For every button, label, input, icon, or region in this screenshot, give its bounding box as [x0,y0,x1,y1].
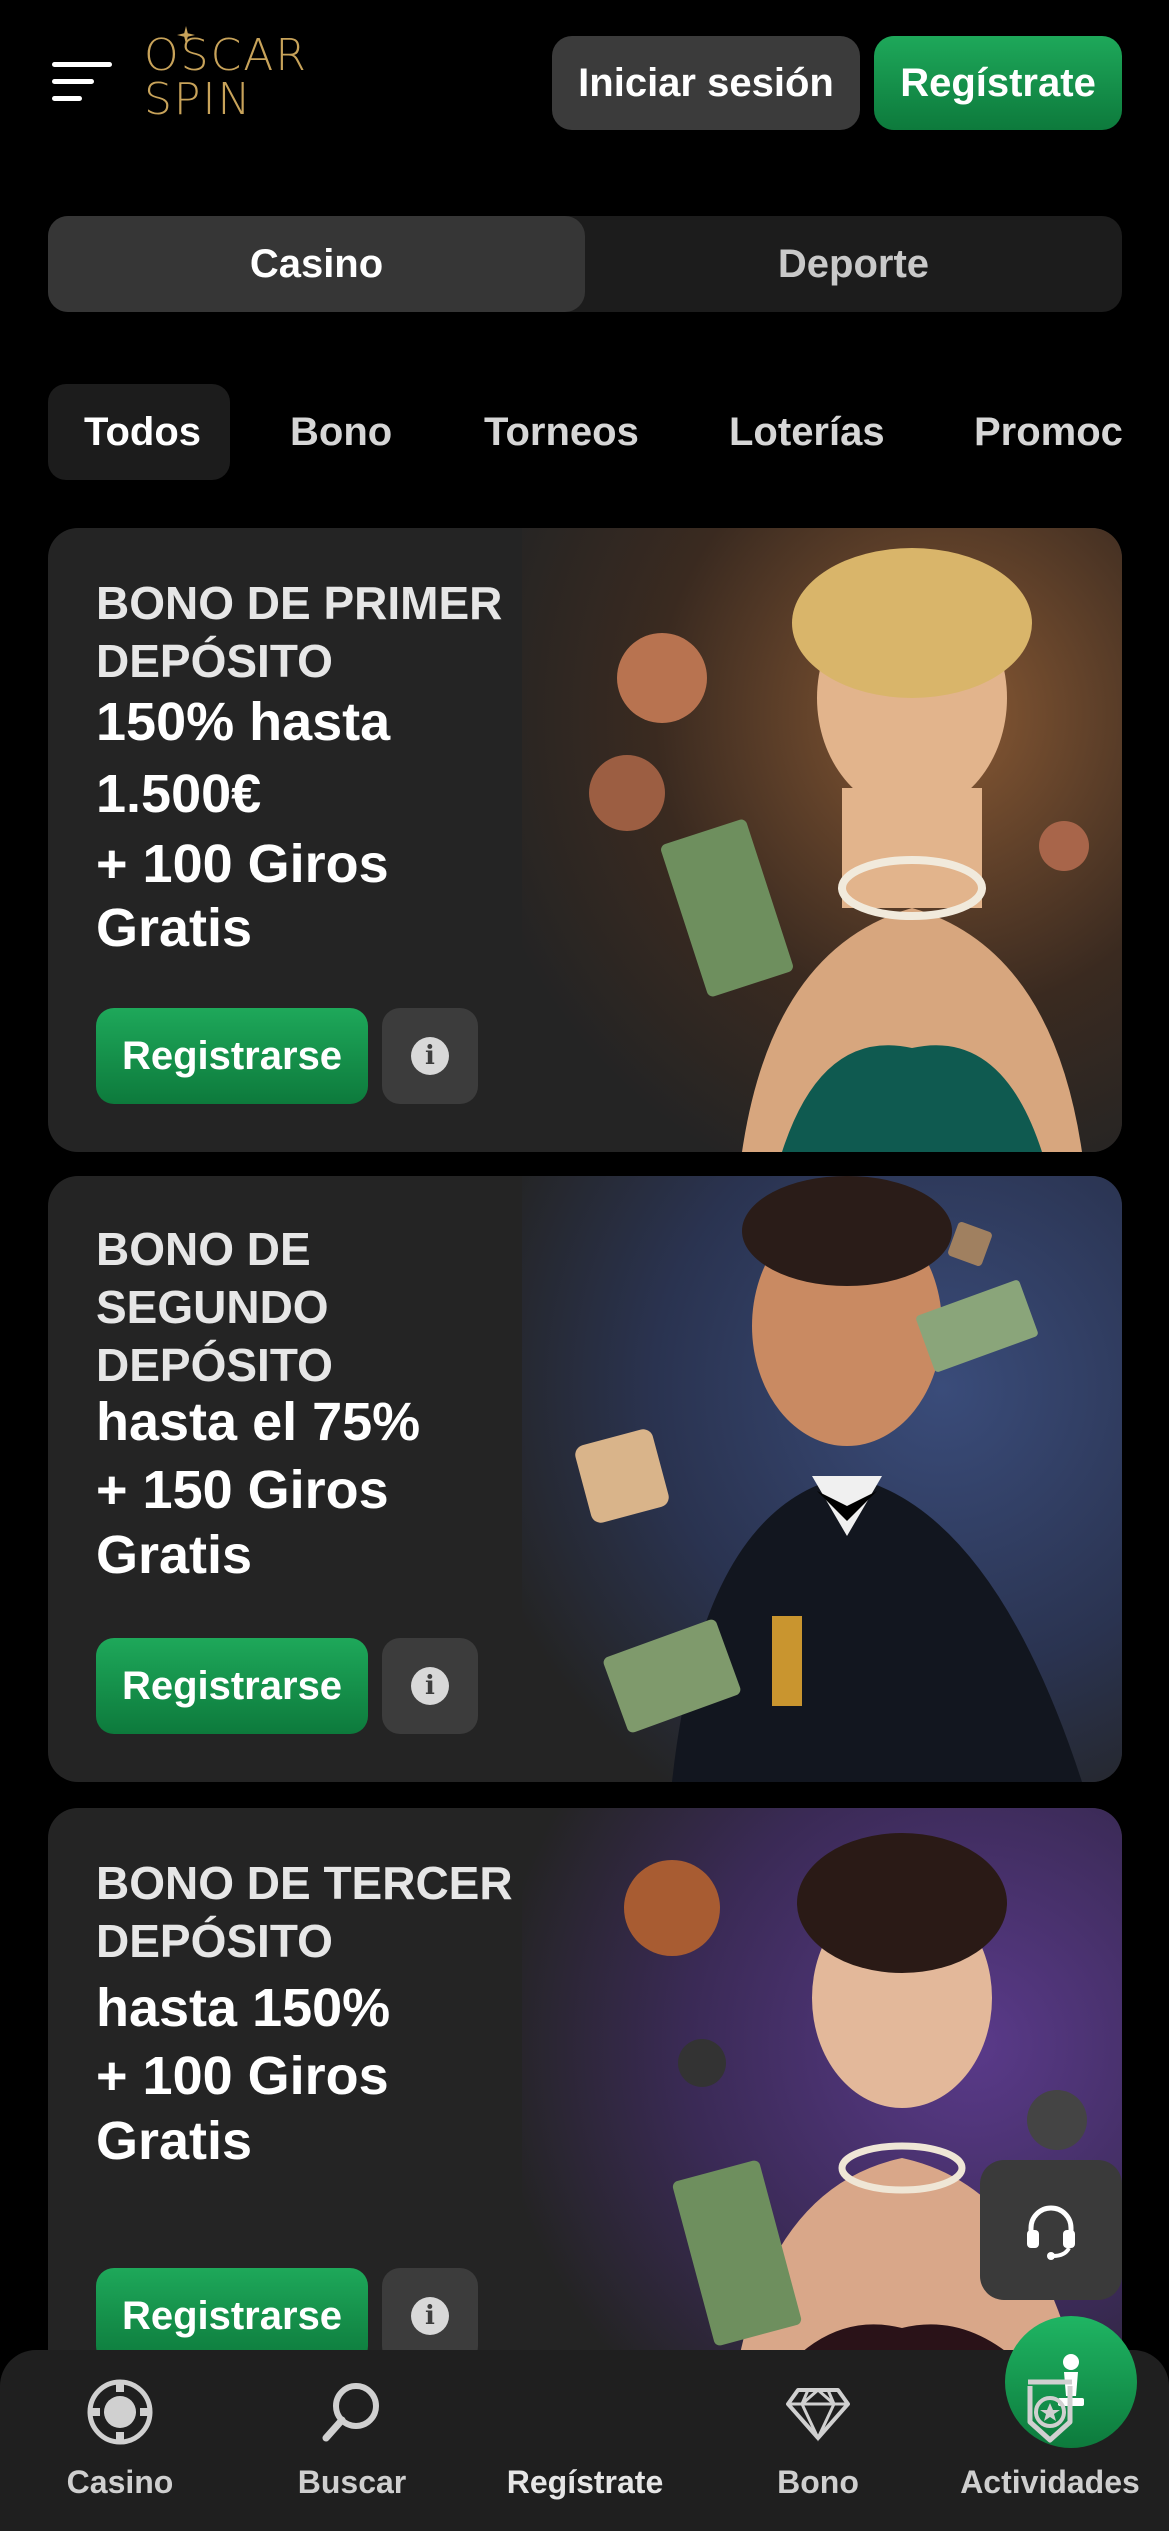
nav-casino[interactable]: Casino [20,2350,220,2531]
tab-deporte[interactable]: Deporte [585,216,1122,312]
headset-icon [1027,2205,1075,2260]
logo[interactable]: OSCAR SPIN [142,26,342,125]
medal-icon [1027,2379,1073,2443]
chip-bono[interactable]: Bono [290,384,392,480]
nav-buscar[interactable]: Buscar [252,2350,452,2531]
info-icon: i [411,1037,449,1075]
chip-torneos[interactable]: Torneos [484,384,639,480]
register-button[interactable]: Regístrate [874,36,1122,130]
header: OSCAR SPIN Iniciar sesión Regístrate [0,0,1169,170]
logo-text-line1: OSCAR [144,30,308,81]
bottom-navigation: Casino Buscar Regístrate Bono Actividade… [0,2316,1169,2531]
info-button[interactable]: i [382,1008,478,1104]
search-icon [322,2383,379,2442]
promo-card-second-deposit[interactable]: BONO DE SEGUNDO DEPÓSITO hasta el 75% + … [48,1176,1122,1782]
promo-offer: hasta 150% + 100 Giros Gratis [96,1978,391,2171]
product-switch: Casino Deporte [48,216,1122,312]
diamond-icon [786,2388,850,2442]
promo-title: BONO DE SEGUNDO DEPÓSITO [96,1223,333,1391]
promo-offer: hasta el 75% + 150 Giros Gratis [96,1392,421,1585]
promo-card-first-deposit[interactable]: BONO DE PRIMER DEPÓSITO 150% hasta 1.500… [48,528,1122,1152]
nav-bono[interactable]: Bono [718,2350,918,2531]
chip-icon [87,2379,153,2445]
nav-label: Bono [777,2464,859,2500]
menu-icon[interactable] [52,58,114,106]
nav-actividades[interactable]: Actividades [950,2350,1150,2531]
nav-label: Buscar [297,2464,407,2500]
chip-loterias[interactable]: Loterías [729,384,885,480]
nav-registrate[interactable]: Regístrate [485,2316,1137,2531]
promo-title: BONO DE TERCER DEPÓSITO [96,1857,513,1967]
promo-card-third-deposit[interactable]: BONO DE TERCER DEPÓSITO hasta 150% + 100… [48,1808,1122,2398]
register-cta-button[interactable]: Registrarse [96,1008,368,1104]
filter-chips: Todos Bono Torneos Loterías Promoci [48,384,1122,480]
info-button[interactable]: i [382,1638,478,1734]
nav-label: Regístrate [506,2464,664,2500]
chip-promociones[interactable]: Promoci [974,384,1122,480]
promo-illustration-woman [522,528,1122,1152]
register-cta-button[interactable]: Registrarse [96,1638,368,1734]
login-button[interactable]: Iniciar sesión [552,36,860,130]
chip-todos[interactable]: Todos [48,384,230,480]
promo-illustration-man [522,1176,1122,1782]
logo-text-line2: SPIN [144,74,253,125]
promo-title: BONO DE PRIMER DEPÓSITO [96,577,503,687]
nav-label: Actividades [960,2464,1140,2500]
info-icon: i [411,2297,449,2335]
promo-offer: 150% hasta 1.500€ + 100 Giros Gratis [96,692,391,958]
nav-label: Casino [66,2464,174,2500]
promo-illustration-woman-2 [522,1808,1122,2398]
info-icon: i [411,1667,449,1705]
tab-casino[interactable]: Casino [48,216,585,312]
support-button[interactable] [980,2160,1122,2300]
